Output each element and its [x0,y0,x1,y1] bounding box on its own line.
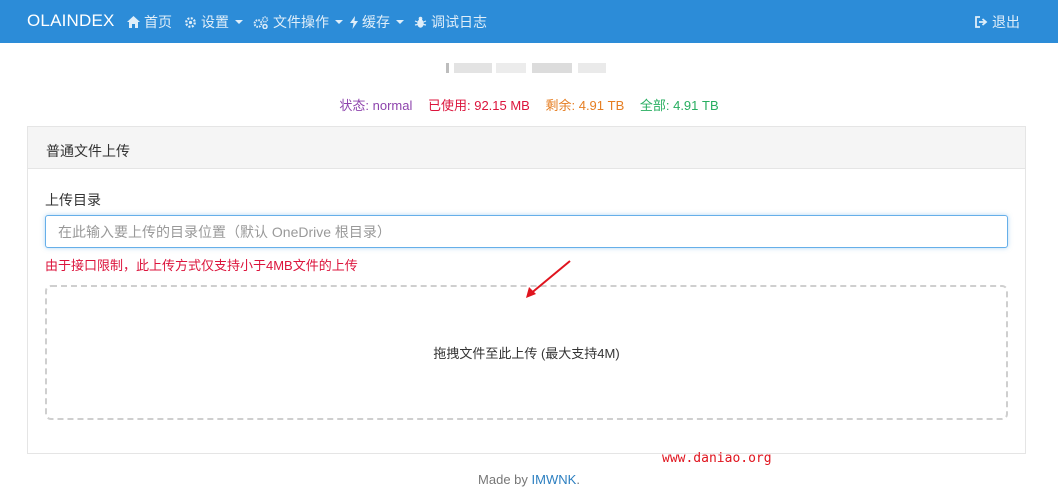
cogs-icon [253,15,269,29]
chevron-down-icon [335,20,343,24]
upload-dir-label: 上传目录 [45,192,101,208]
storage-stats: 状态: normal 已使用: 92.15 MB 剩余: 4.91 TB 全部:… [0,95,1058,114]
nav-logout[interactable]: 退出 [975,12,1020,32]
redacted-site-name [444,60,614,76]
bolt-icon [350,15,358,29]
brand-logo[interactable]: OLAINDEX [27,11,115,31]
footer-author-link[interactable]: IMWNK [532,472,577,487]
bug-icon [414,16,427,29]
nav-file-ops[interactable]: 文件操作 [253,12,343,32]
status-text: 状态: normal [339,98,413,113]
nav-settings[interactable]: 设置 [184,12,243,32]
nav-debug-log[interactable]: 调试日志 [414,12,487,32]
nav-cache-label: 缓存 [362,14,390,30]
panel-title: 普通文件上传 [28,127,1025,169]
footer-suffix: . [576,472,580,487]
footer: Made by IMWNK. [0,472,1058,487]
navbar: OLAINDEX 首页 设置 文件操作 缓存 调试日志 退出 [0,0,1058,43]
remaining-text: 剩余: 4.91 TB [545,98,625,113]
nav-logout-label: 退出 [992,14,1020,30]
chevron-down-icon [235,20,243,24]
home-icon [127,15,140,29]
nav-cache[interactable]: 缓存 [350,12,404,32]
nav-settings-label: 设置 [201,14,229,30]
total-text: 全部: 4.91 TB [639,98,719,113]
file-dropzone[interactable]: 拖拽文件至此上传 (最大支持4M) [45,285,1008,420]
chevron-down-icon [396,20,404,24]
watermark: www.daniao.org [662,451,772,466]
sign-out-icon [975,15,988,29]
nav-debug-log-label: 调试日志 [431,14,487,30]
footer-made-by: Made by [478,472,532,487]
used-text: 已使用: 92.15 MB [427,98,530,113]
nav-file-ops-label: 文件操作 [273,14,329,30]
gear-icon [184,16,197,29]
nav-home-label: 首页 [144,14,172,30]
upload-dir-input[interactable] [45,215,1008,248]
annotation-arrow-icon [526,260,571,298]
size-limit-warning: 由于接口限制，此上传方式仅支持小于4MB文件的上传 [45,258,358,273]
dropzone-text: 拖拽文件至此上传 (最大支持4M) [433,346,620,361]
nav-home[interactable]: 首页 [127,12,172,32]
